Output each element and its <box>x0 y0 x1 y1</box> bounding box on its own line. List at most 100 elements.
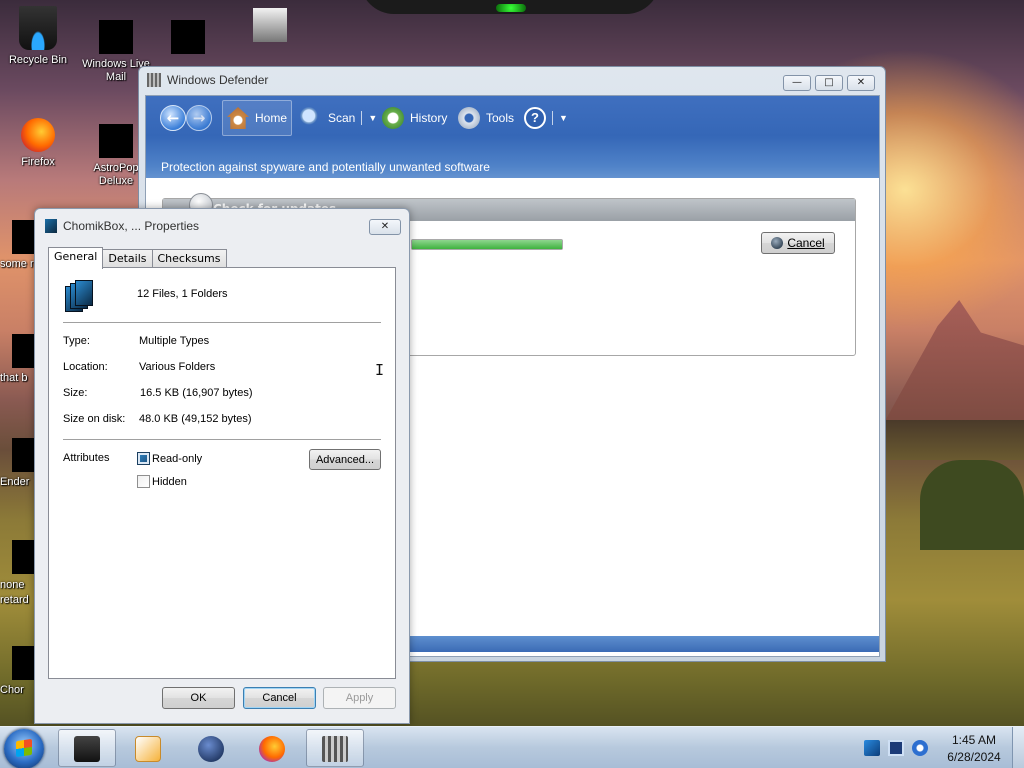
windows-logo-icon <box>16 738 32 758</box>
desktop-icon-firefox[interactable]: Firefox <box>0 118 76 169</box>
folder-icon <box>74 736 100 762</box>
magnifier-icon <box>300 107 322 129</box>
window-title-text: Windows Defender <box>167 73 269 87</box>
taskbar-pin-internet[interactable] <box>182 729 240 767</box>
folder-icon <box>253 8 287 42</box>
location-value: Various Folders <box>139 361 216 373</box>
folder-icon <box>45 219 57 233</box>
gear-icon <box>458 107 480 129</box>
show-desktop-button[interactable] <box>1012 727 1024 768</box>
tab-checksums[interactable]: Checksums <box>151 249 227 269</box>
network-icon[interactable] <box>888 740 904 756</box>
clock-date: 6/28/2024 <box>947 750 1001 764</box>
cancel-button[interactable]: Cancel <box>243 687 316 709</box>
castle-icon <box>147 73 161 87</box>
close-button[interactable]: ✕ <box>847 75 875 91</box>
desktop-icon-label: Firefox <box>21 156 55 168</box>
help-icon: ? <box>524 107 546 129</box>
cancel-icon <box>771 237 784 249</box>
size-on-disk-value: 48.0 KB (49,152 bytes) <box>139 413 252 425</box>
divider <box>63 322 381 323</box>
file-summary: 12 Files, 1 Folders <box>137 288 228 300</box>
update-progress-bar <box>411 239 563 250</box>
desktop-icon-label: Ender <box>0 476 30 488</box>
readonly-checkbox[interactable] <box>137 452 150 465</box>
minimize-button[interactable]: — <box>783 75 811 91</box>
tab-details[interactable]: Details <box>102 249 153 269</box>
type-label: Type: <box>63 335 90 347</box>
system-tray <box>864 740 928 756</box>
desktop-icon-recycle-bin[interactable]: Recycle Bin <box>0 6 76 67</box>
desktop-icon-redacted-1[interactable] <box>150 20 226 58</box>
defender-subtitle: Protection against spyware and potential… <box>161 160 490 174</box>
taskbar: 1:45 AM 6/28/2024 <box>0 726 1024 768</box>
hidden-checkbox[interactable] <box>137 475 150 488</box>
start-button[interactable] <box>4 729 44 768</box>
ok-button[interactable]: OK <box>162 687 235 709</box>
divider <box>63 439 381 440</box>
attributes-label: Attributes <box>63 452 110 464</box>
back-button[interactable]: ← <box>160 105 186 131</box>
cancel-label: Cancel <box>787 236 825 250</box>
desktop-icon-label: Chor <box>0 684 24 696</box>
hidden-label: Hidden <box>152 476 187 488</box>
desktop-icon-label: AstroPop Deluxe <box>93 162 139 187</box>
gadget-led <box>496 4 526 12</box>
astropop-icon <box>99 124 133 158</box>
firefox-icon <box>21 118 55 152</box>
update-cancel-button[interactable]: Cancel <box>761 232 835 254</box>
progress-fill <box>412 240 562 249</box>
taskbar-task-defender[interactable] <box>306 729 364 767</box>
wallpaper-bush <box>920 460 1024 550</box>
clock-time: 1:45 AM <box>951 733 997 747</box>
dialog-title-text: ChomikBox, ... Properties <box>63 219 200 233</box>
location-label: Location: <box>63 361 108 373</box>
chevron-down-icon[interactable]: ▼ <box>559 113 568 123</box>
redacted-icon <box>171 20 205 54</box>
globe-icon <box>198 736 224 762</box>
taskbar-task-explorer[interactable] <box>58 729 116 767</box>
chevron-down-icon[interactable]: ▼ <box>368 113 377 123</box>
defender-tray-icon[interactable] <box>864 740 880 756</box>
advanced-button[interactable]: Advanced... <box>309 449 381 470</box>
home-label: Home <box>255 111 288 125</box>
firefox-icon <box>259 736 285 762</box>
desktop-icon-label: that b <box>0 372 28 384</box>
text-cursor-icon: I <box>375 361 385 379</box>
tools-button[interactable]: Tools <box>454 100 518 136</box>
desktop-icon-folder[interactable] <box>232 8 308 46</box>
separator <box>552 111 553 125</box>
maximize-button[interactable]: □ <box>815 75 843 91</box>
type-value: Multiple Types <box>139 335 210 347</box>
multiple-files-icon <box>65 280 95 312</box>
desktop-gadget <box>360 0 660 14</box>
tab-general[interactable]: General <box>48 247 104 269</box>
size-on-disk-label: Size on disk: <box>63 413 126 425</box>
tools-label: Tools <box>486 111 515 125</box>
close-button[interactable]: ✕ <box>369 219 401 235</box>
desktop-icon-label: Recycle Bin <box>8 54 68 66</box>
clock[interactable]: 1:45 AM 6/28/2024 <box>940 732 1008 766</box>
scan-label: Scan <box>328 111 356 125</box>
taskbar-pin-firefox[interactable] <box>243 729 301 767</box>
desktop-icon-label: none retard <box>0 579 29 606</box>
readonly-label: Read-only <box>152 453 203 465</box>
taskbar-pin-media-player[interactable] <box>119 729 177 767</box>
history-button[interactable]: History <box>378 100 451 136</box>
volume-icon[interactable] <box>912 740 928 756</box>
castle-icon <box>322 736 348 762</box>
apply-button[interactable]: Apply <box>323 687 396 709</box>
forward-button[interactable]: → <box>186 105 212 131</box>
home-icon <box>227 107 249 129</box>
scan-button[interactable]: Scan ▼ <box>296 100 381 136</box>
home-button[interactable]: Home <box>222 100 293 136</box>
clock-icon <box>382 107 404 129</box>
separator <box>361 111 363 125</box>
history-label: History <box>410 111 448 125</box>
help-button[interactable]: ? ▼ <box>520 100 572 136</box>
dialog-title: ChomikBox, ... Properties <box>45 219 199 233</box>
general-tab-page: 12 Files, 1 Folders Type: Multiple Types… <box>48 267 396 679</box>
mail-icon <box>99 20 133 54</box>
properties-dialog: ChomikBox, ... Properties ✕ General Deta… <box>34 208 410 724</box>
size-value: 16.5 KB (16,907 bytes) <box>140 387 253 399</box>
